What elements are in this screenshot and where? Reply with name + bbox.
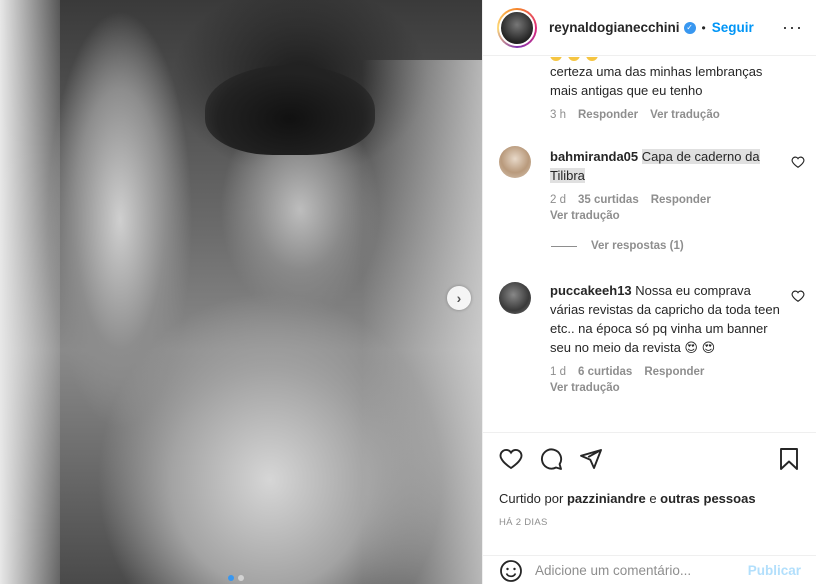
liked-others[interactable]: outras pessoas	[660, 491, 755, 506]
comment-input[interactable]	[535, 563, 748, 578]
view-replies-label: Ver respostas (1)	[591, 240, 684, 252]
comment-likes[interactable]: 35 curtidas	[578, 194, 639, 206]
comment-time[interactable]: 2 d	[550, 194, 566, 206]
comment-form: Publicar	[483, 555, 816, 584]
share-icon[interactable]	[579, 447, 603, 471]
translate-button[interactable]: Ver tradução	[550, 382, 780, 394]
heart-icon[interactable]	[791, 155, 805, 169]
comment-item: bahmiranda05 Capa de caderno da Tilibra …	[550, 147, 780, 222]
reply-button[interactable]: Responder	[644, 366, 704, 378]
reply-button[interactable]: Responder	[578, 109, 638, 121]
comments-list[interactable]: certeza uma das minhas lembranças mais a…	[483, 57, 816, 432]
carousel-indicator	[228, 575, 244, 581]
image-shade	[362, 60, 482, 584]
heart-icon[interactable]	[791, 289, 805, 303]
heart-icon[interactable]	[499, 447, 523, 471]
action-bar	[499, 447, 801, 473]
bookmark-icon[interactable]	[777, 447, 801, 471]
carousel-dot	[238, 575, 244, 581]
emoji-icon[interactable]	[499, 559, 523, 583]
comment-time[interactable]: 3 h	[550, 109, 566, 121]
image-shade	[0, 0, 60, 584]
post-time[interactable]: HÁ 2 DIAS	[499, 517, 548, 528]
author-username[interactable]: reynaldogianecchini	[549, 20, 680, 35]
verified-badge-icon: ✓	[683, 21, 696, 34]
comment-likes[interactable]: 6 curtidas	[578, 366, 632, 378]
carousel-dot-active	[228, 575, 234, 581]
comment-username[interactable]: bahmiranda05	[550, 149, 638, 164]
comment-avatar[interactable]	[499, 282, 531, 314]
comment-username[interactable]: puccakeeh13	[550, 283, 632, 298]
view-replies-button[interactable]: Ver respostas (1)	[551, 240, 684, 252]
comment-time[interactable]: 1 d	[550, 366, 566, 378]
translate-button[interactable]: Ver tradução	[650, 109, 720, 121]
separator-dot: •	[701, 20, 706, 35]
post-header: reynaldogianecchini ✓ • Seguir ···	[483, 0, 816, 56]
carousel-next-button[interactable]: ›	[447, 286, 471, 310]
image-detail	[205, 65, 375, 155]
chevron-right-icon: ›	[456, 290, 462, 306]
post-image[interactable]: ›	[0, 0, 482, 584]
comment-item: certeza uma das minhas lembranças mais a…	[550, 62, 790, 121]
replies-line	[551, 245, 577, 247]
comment-icon[interactable]	[539, 447, 563, 471]
follow-button[interactable]: Seguir	[712, 20, 754, 35]
author-avatar[interactable]	[497, 7, 537, 48]
liked-user[interactable]: pazziniandre	[567, 491, 646, 506]
comment-text: certeza uma das minhas lembranças mais a…	[550, 64, 763, 98]
post-panel: reynaldogianecchini ✓ • Seguir ··· certe…	[482, 0, 816, 584]
comment-item: puccakeeh13 Nossa eu comprava várias rev…	[550, 281, 780, 394]
more-options-icon[interactable]: ···	[782, 17, 803, 38]
reply-button[interactable]: Responder	[651, 194, 711, 206]
translate-button[interactable]: Ver tradução	[550, 210, 780, 222]
post-actions: Curtido por pazziniandre e outras pessoa…	[483, 432, 816, 584]
publish-button[interactable]: Publicar	[748, 563, 801, 578]
liked-by: Curtido por pazziniandre e outras pessoa…	[499, 491, 756, 506]
liked-and: e	[649, 491, 657, 506]
comment-avatar[interactable]	[499, 146, 531, 178]
emoji-partial	[550, 57, 598, 61]
liked-prefix: Curtido por	[499, 491, 564, 506]
